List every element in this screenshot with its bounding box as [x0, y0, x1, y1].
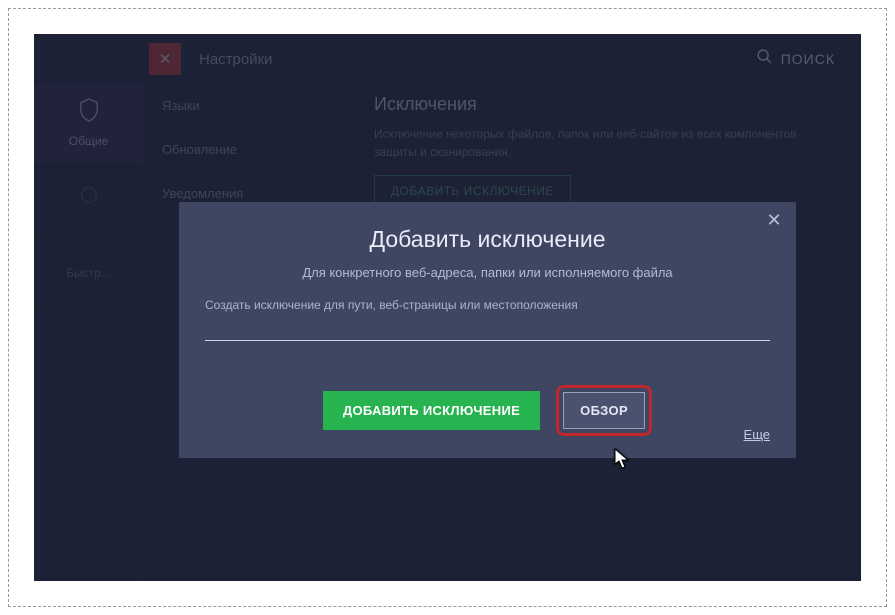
browse-button[interactable]: ОБЗОР	[563, 392, 645, 429]
screenshot-frame: ✕ Настройки ПОИСК Общие	[8, 8, 887, 607]
path-input[interactable]	[205, 316, 770, 341]
path-field-label: Создать исключение для пути, веб-страниц…	[205, 298, 770, 312]
add-exception-button[interactable]: ДОБАВИТЬ ИСКЛЮЧЕНИЕ	[323, 391, 540, 430]
modal-button-row: ДОБАВИТЬ ИСКЛЮЧЕНИЕ ОБЗОР	[205, 385, 770, 436]
add-exception-modal: ✕ Добавить исключение Для конкретного ве…	[179, 202, 796, 458]
modal-title: Добавить исключение	[205, 226, 770, 253]
modal-subtitle: Для конкретного веб-адреса, папки или ис…	[205, 265, 770, 280]
modal-close-button[interactable]: ✕	[764, 210, 784, 230]
more-link[interactable]: Еще	[744, 427, 770, 442]
close-icon: ✕	[766, 210, 781, 231]
browse-button-highlight: ОБЗОР	[556, 385, 652, 436]
app-window: ✕ Настройки ПОИСК Общие	[34, 34, 861, 581]
